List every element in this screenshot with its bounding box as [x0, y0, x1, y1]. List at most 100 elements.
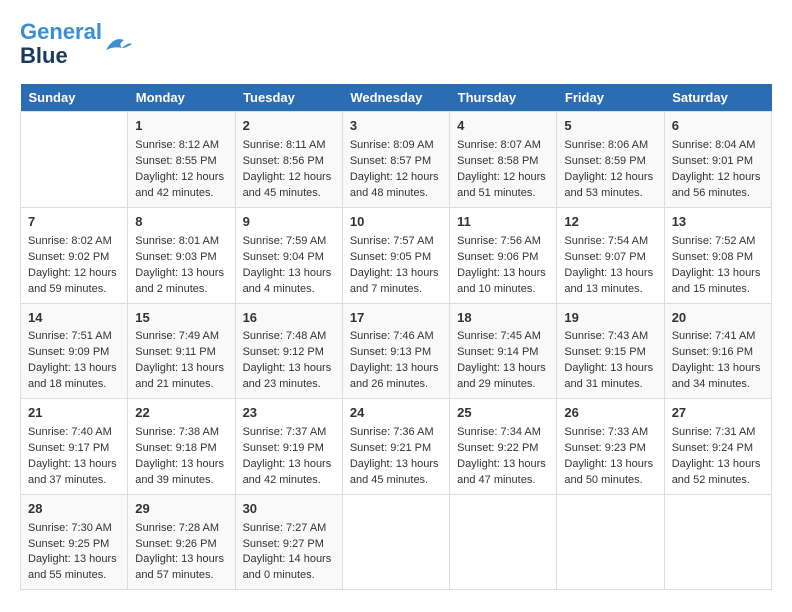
day-info-line: Daylight: 12 hours: [564, 170, 656, 186]
calendar-cell: 16Sunrise: 7:48 AMSunset: 9:12 PMDayligh…: [235, 303, 342, 399]
day-info-line: Daylight: 13 hours: [350, 361, 442, 377]
day-number: 26: [564, 404, 656, 423]
calendar-week-row: 7Sunrise: 8:02 AMSunset: 9:02 PMDaylight…: [21, 207, 772, 303]
day-info-line: Sunset: 9:08 PM: [672, 250, 764, 266]
calendar-cell: 28Sunrise: 7:30 AMSunset: 9:25 PMDayligh…: [21, 494, 128, 590]
day-info-line: and 34 minutes.: [672, 377, 764, 393]
calendar-cell: 17Sunrise: 7:46 AMSunset: 9:13 PMDayligh…: [342, 303, 449, 399]
day-info-line: and 57 minutes.: [135, 568, 227, 584]
day-info-line: Sunset: 9:15 PM: [564, 345, 656, 361]
day-info-line: Daylight: 13 hours: [457, 361, 549, 377]
day-info-line: Daylight: 13 hours: [243, 266, 335, 282]
day-info-line: Sunrise: 8:01 AM: [135, 234, 227, 250]
day-info-line: and 45 minutes.: [243, 186, 335, 202]
day-info-line: and 45 minutes.: [350, 473, 442, 489]
day-info-line: Daylight: 13 hours: [564, 266, 656, 282]
day-info-line: and 13 minutes.: [564, 282, 656, 298]
day-info-line: Sunrise: 7:34 AM: [457, 425, 549, 441]
day-header-thursday: Thursday: [450, 84, 557, 112]
day-info-line: Sunset: 9:06 PM: [457, 250, 549, 266]
day-info-line: Sunrise: 7:37 AM: [243, 425, 335, 441]
calendar-cell: 26Sunrise: 7:33 AMSunset: 9:23 PMDayligh…: [557, 399, 664, 495]
calendar-cell: 13Sunrise: 7:52 AMSunset: 9:08 PMDayligh…: [664, 207, 771, 303]
day-info-line: Sunset: 9:24 PM: [672, 441, 764, 457]
day-info-line: and 21 minutes.: [135, 377, 227, 393]
calendar-cell: 19Sunrise: 7:43 AMSunset: 9:15 PMDayligh…: [557, 303, 664, 399]
day-info-line: Sunset: 9:04 PM: [243, 250, 335, 266]
day-number: 28: [28, 500, 120, 519]
day-header-saturday: Saturday: [664, 84, 771, 112]
calendar-cell: [342, 494, 449, 590]
calendar-cell: 27Sunrise: 7:31 AMSunset: 9:24 PMDayligh…: [664, 399, 771, 495]
day-number: 11: [457, 213, 549, 232]
calendar-cell: 6Sunrise: 8:04 AMSunset: 9:01 PMDaylight…: [664, 112, 771, 208]
day-header-sunday: Sunday: [21, 84, 128, 112]
day-info-line: Sunset: 9:13 PM: [350, 345, 442, 361]
day-number: 22: [135, 404, 227, 423]
day-info-line: and 23 minutes.: [243, 377, 335, 393]
calendar-cell: 29Sunrise: 7:28 AMSunset: 9:26 PMDayligh…: [128, 494, 235, 590]
day-info-line: Sunrise: 8:12 AM: [135, 138, 227, 154]
day-info-line: Sunset: 9:19 PM: [243, 441, 335, 457]
day-info-line: Daylight: 12 hours: [457, 170, 549, 186]
day-header-wednesday: Wednesday: [342, 84, 449, 112]
day-info-line: Sunset: 8:55 PM: [135, 154, 227, 170]
day-number: 25: [457, 404, 549, 423]
day-info-line: and 52 minutes.: [672, 473, 764, 489]
day-info-line: Daylight: 12 hours: [28, 266, 120, 282]
day-number: 17: [350, 309, 442, 328]
day-number: 7: [28, 213, 120, 232]
calendar-cell: 12Sunrise: 7:54 AMSunset: 9:07 PMDayligh…: [557, 207, 664, 303]
calendar-cell: 4Sunrise: 8:07 AMSunset: 8:58 PMDaylight…: [450, 112, 557, 208]
day-info-line: Sunset: 8:57 PM: [350, 154, 442, 170]
day-info-line: and 10 minutes.: [457, 282, 549, 298]
calendar-cell: [21, 112, 128, 208]
calendar-cell: 5Sunrise: 8:06 AMSunset: 8:59 PMDaylight…: [557, 112, 664, 208]
day-info-line: Daylight: 13 hours: [135, 266, 227, 282]
day-info-line: Sunrise: 7:40 AM: [28, 425, 120, 441]
day-info-line: Sunset: 9:21 PM: [350, 441, 442, 457]
day-number: 4: [457, 117, 549, 136]
day-number: 15: [135, 309, 227, 328]
day-info-line: Daylight: 13 hours: [28, 552, 120, 568]
day-info-line: Sunrise: 7:46 AM: [350, 329, 442, 345]
day-info-line: and 59 minutes.: [28, 282, 120, 298]
day-info-line: Daylight: 13 hours: [243, 457, 335, 473]
day-info-line: Daylight: 12 hours: [350, 170, 442, 186]
calendar-cell: 1Sunrise: 8:12 AMSunset: 8:55 PMDaylight…: [128, 112, 235, 208]
calendar-cell: 2Sunrise: 8:11 AMSunset: 8:56 PMDaylight…: [235, 112, 342, 208]
day-info-line: Daylight: 13 hours: [350, 457, 442, 473]
day-info-line: and 2 minutes.: [135, 282, 227, 298]
day-number: 1: [135, 117, 227, 136]
day-info-line: and 53 minutes.: [564, 186, 656, 202]
day-info-line: Sunrise: 7:36 AM: [350, 425, 442, 441]
calendar-cell: 11Sunrise: 7:56 AMSunset: 9:06 PMDayligh…: [450, 207, 557, 303]
day-number: 2: [243, 117, 335, 136]
calendar-cell: 9Sunrise: 7:59 AMSunset: 9:04 PMDaylight…: [235, 207, 342, 303]
day-info-line: Sunrise: 8:04 AM: [672, 138, 764, 154]
day-info-line: Sunrise: 7:48 AM: [243, 329, 335, 345]
day-info-line: Daylight: 13 hours: [672, 457, 764, 473]
day-info-line: Sunset: 9:27 PM: [243, 537, 335, 553]
day-info-line: Sunset: 9:18 PM: [135, 441, 227, 457]
day-info-line: and 26 minutes.: [350, 377, 442, 393]
day-number: 14: [28, 309, 120, 328]
day-number: 3: [350, 117, 442, 136]
day-info-line: and 47 minutes.: [457, 473, 549, 489]
calendar-week-row: 28Sunrise: 7:30 AMSunset: 9:25 PMDayligh…: [21, 494, 772, 590]
calendar-table: SundayMondayTuesdayWednesdayThursdayFrid…: [20, 84, 772, 590]
day-info-line: Sunset: 9:23 PM: [564, 441, 656, 457]
day-info-line: Sunset: 9:02 PM: [28, 250, 120, 266]
day-number: 19: [564, 309, 656, 328]
day-info-line: Daylight: 13 hours: [28, 361, 120, 377]
day-info-line: and 55 minutes.: [28, 568, 120, 584]
day-info-line: Sunset: 9:22 PM: [457, 441, 549, 457]
day-info-line: Sunrise: 7:54 AM: [564, 234, 656, 250]
day-number: 5: [564, 117, 656, 136]
day-info-line: and 50 minutes.: [564, 473, 656, 489]
day-info-line: Sunset: 9:07 PM: [564, 250, 656, 266]
day-number: 24: [350, 404, 442, 423]
day-info-line: and 15 minutes.: [672, 282, 764, 298]
day-info-line: Sunrise: 7:28 AM: [135, 521, 227, 537]
calendar-cell: 23Sunrise: 7:37 AMSunset: 9:19 PMDayligh…: [235, 399, 342, 495]
